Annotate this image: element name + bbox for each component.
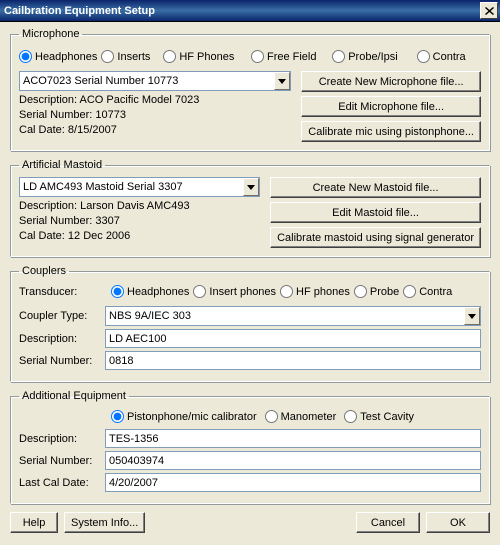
- mastoid-select[interactable]: LD AMC493 Mastoid Serial 3307: [19, 177, 260, 197]
- radio-manometer[interactable]: Manometer: [265, 410, 337, 423]
- radio-coupler-insert[interactable]: Insert phones: [193, 285, 276, 298]
- chevron-down-icon[interactable]: [243, 178, 259, 196]
- microphone-serial: Serial Number: 10773: [19, 109, 291, 121]
- microphone-select[interactable]: ACO7023 Serial Number 10773: [19, 71, 291, 91]
- mastoid-cal-date: Cal Date: 12 Dec 2006: [19, 230, 260, 242]
- transducer-label: Transducer:: [19, 286, 99, 298]
- create-mastoid-button[interactable]: Create New Mastoid file...: [270, 177, 481, 198]
- microphone-description: Description: ACO Pacific Model 7023: [19, 94, 291, 106]
- chevron-down-icon[interactable]: [464, 307, 480, 325]
- radio-inserts[interactable]: Inserts: [101, 50, 159, 63]
- dialog-buttons: Help System Info... Cancel OK: [10, 512, 490, 533]
- mastoid-description: Description: Larson Davis AMC493: [19, 200, 260, 212]
- add-desc-label: Description:: [19, 433, 99, 445]
- cancel-button[interactable]: Cancel: [356, 512, 420, 533]
- microphone-group: Microphone Headphones Inserts HF Phones …: [10, 28, 490, 151]
- close-button[interactable]: [480, 2, 498, 19]
- additional-group: Additional Equipment Pistonphone/mic cal…: [10, 390, 490, 504]
- coupler-type-select[interactable]: NBS 9A/IEC 303: [105, 306, 481, 326]
- coupler-type-label: Coupler Type:: [19, 310, 99, 322]
- add-serial-input[interactable]: [105, 451, 481, 470]
- mastoid-legend: Artificial Mastoid: [19, 159, 105, 171]
- radio-headphones[interactable]: Headphones: [19, 50, 97, 63]
- radio-pistonphone[interactable]: Pistonphone/mic calibrator: [111, 410, 257, 423]
- additional-legend: Additional Equipment: [19, 390, 129, 402]
- window-title: Cailbration Equipment Setup: [4, 5, 155, 17]
- edit-microphone-button[interactable]: Edit Microphone file...: [301, 96, 481, 117]
- add-serial-label: Serial Number:: [19, 455, 99, 467]
- close-icon: [485, 7, 494, 15]
- radio-coupler-probe[interactable]: Probe: [354, 285, 399, 298]
- edit-mastoid-button[interactable]: Edit Mastoid file...: [270, 202, 481, 223]
- couplers-group: Couplers Transducer: Headphones Insert p…: [10, 265, 490, 382]
- create-microphone-button[interactable]: Create New Microphone file...: [301, 71, 481, 92]
- coupler-serial-input[interactable]: [105, 351, 481, 370]
- chevron-down-icon[interactable]: [274, 72, 290, 90]
- microphone-cal-date: Cal Date: 8/15/2007: [19, 124, 291, 136]
- radio-free-field[interactable]: Free Field: [251, 50, 328, 63]
- system-info-button[interactable]: System Info...: [64, 512, 145, 533]
- couplers-legend: Couplers: [19, 265, 69, 277]
- radio-test-cavity[interactable]: Test Cavity: [344, 410, 414, 423]
- add-cal-label: Last Cal Date:: [19, 477, 99, 489]
- radio-coupler-hf[interactable]: HF phones: [280, 285, 350, 298]
- titlebar: Cailbration Equipment Setup: [0, 0, 500, 22]
- radio-contra[interactable]: Contra: [417, 50, 481, 63]
- add-desc-input[interactable]: [105, 429, 481, 448]
- coupler-serial-label: Serial Number:: [19, 355, 99, 367]
- coupler-desc-label: Description:: [19, 333, 99, 345]
- radio-hf-phones[interactable]: HF Phones: [163, 50, 247, 63]
- radio-coupler-contra[interactable]: Contra: [403, 285, 452, 298]
- coupler-desc-input[interactable]: [105, 329, 481, 348]
- help-button[interactable]: Help: [10, 512, 58, 533]
- calibrate-microphone-button[interactable]: Calibrate mic using pistonphone...: [301, 121, 481, 142]
- radio-coupler-headphones[interactable]: Headphones: [111, 285, 189, 298]
- microphone-radio-row: Headphones Inserts HF Phones Free Field …: [19, 50, 481, 63]
- calibrate-mastoid-button[interactable]: Calibrate mastoid using signal generator: [270, 227, 481, 248]
- mastoid-serial: Serial Number: 3307: [19, 215, 260, 227]
- add-cal-input[interactable]: [105, 473, 481, 492]
- microphone-legend: Microphone: [19, 28, 82, 40]
- ok-button[interactable]: OK: [426, 512, 490, 533]
- mastoid-group: Artificial Mastoid LD AMC493 Mastoid Ser…: [10, 159, 490, 257]
- radio-probe-ipsi[interactable]: Probe/Ipsi: [332, 50, 412, 63]
